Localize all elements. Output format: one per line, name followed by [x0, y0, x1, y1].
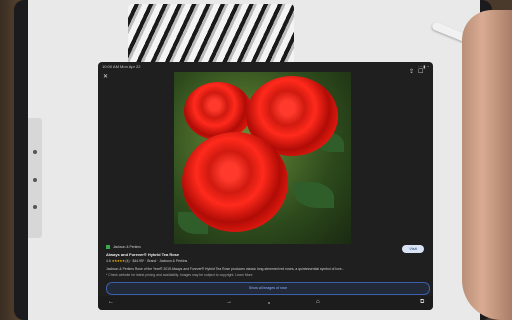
- show-all-images-button[interactable]: Show all images of rose: [106, 282, 430, 295]
- status-time: 10:00 AM Mon Apr 22: [102, 64, 141, 69]
- bottom-navigation: ← → ⌂ ⧉: [98, 296, 433, 310]
- toolbar-dot[interactable]: [33, 150, 37, 154]
- bookmark-icon[interactable]: ☐: [418, 69, 423, 75]
- toolbar-dot[interactable]: [33, 205, 37, 209]
- visit-button[interactable]: Visit: [402, 245, 424, 253]
- rose-bloom: [182, 132, 288, 232]
- background-tiger-image: [128, 4, 294, 68]
- toolbar-dot[interactable]: [33, 178, 37, 182]
- home-icon[interactable]: ⌂: [316, 299, 320, 305]
- review-count: (4): [125, 259, 130, 263]
- status-bar: 10:00 AM Mon Apr 22 ⋯ ▮ ◔: [98, 62, 433, 71]
- image-viewer-app: 10:00 AM Mon Apr 22 ⋯ ▮ ◔ ✕ ⇪ ☐ Jackson …: [98, 62, 433, 310]
- rating-stars: ★★★★★: [111, 259, 125, 263]
- rating-value: 4.6: [106, 259, 111, 263]
- result-description: Jackson & Perkins Rose of the Year® 2019…: [106, 267, 345, 271]
- source-row[interactable]: Jackson & Perkins: [106, 245, 141, 251]
- rose-bloom: [184, 82, 252, 140]
- site-favicon-icon: [106, 245, 110, 250]
- copyright-notice: * Check website for latest pricing and a…: [106, 273, 253, 277]
- share-icon[interactable]: ⇪: [409, 69, 414, 75]
- back-icon[interactable]: ←: [108, 299, 114, 305]
- price: $44.95*: [132, 259, 145, 263]
- hand: [462, 10, 512, 320]
- leaf: [294, 182, 334, 208]
- rating-row: 4.6 ★★★★★ (4) · $44.95* · Brand · Jackso…: [106, 259, 188, 263]
- forward-icon[interactable]: →: [226, 299, 232, 305]
- close-icon[interactable]: ✕: [103, 74, 108, 80]
- brand-info: Brand · Jackson & Perkins: [147, 259, 188, 263]
- page-indicator-dot: [268, 302, 270, 304]
- source-name: Jackson & Perkins: [112, 245, 141, 249]
- tabs-icon[interactable]: ⧉: [420, 299, 424, 306]
- result-title[interactable]: Always and Forever® Hybrid Tea Rose: [106, 252, 179, 257]
- rose-photo[interactable]: [174, 72, 351, 244]
